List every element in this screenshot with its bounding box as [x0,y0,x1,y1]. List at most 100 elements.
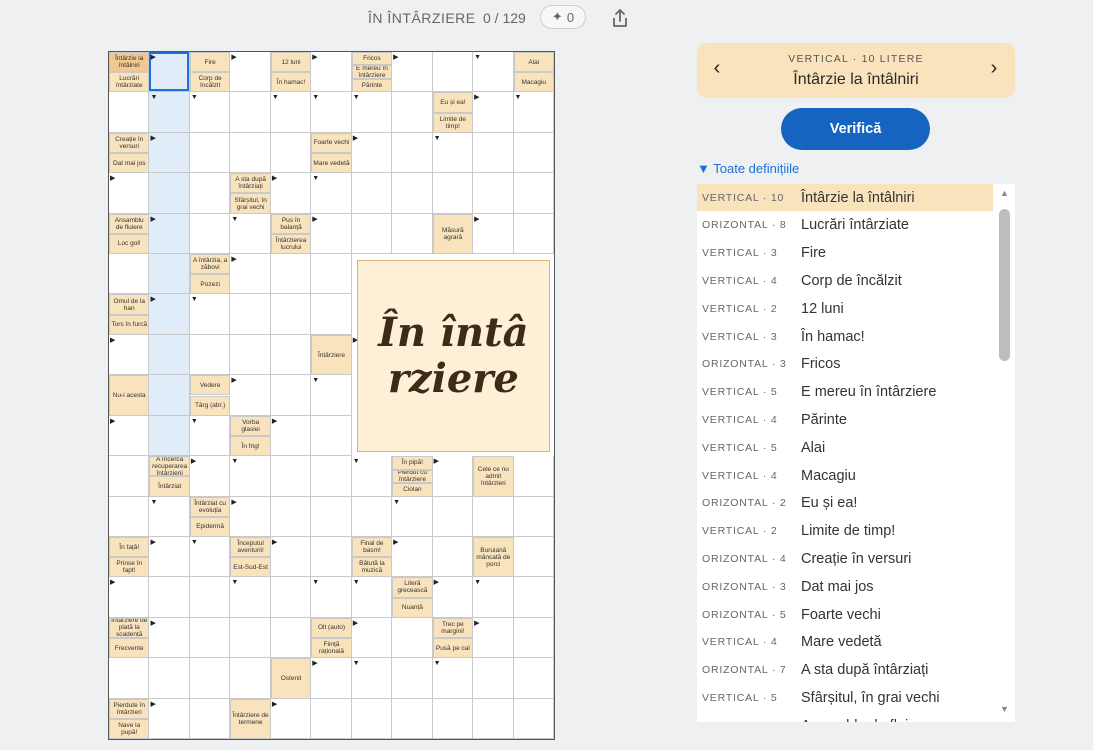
grid-clue[interactable]: 12 luni [270,52,312,73]
definition-item[interactable]: VERTICAL · 4 Mare vedetă [697,629,993,656]
grid-clue[interactable]: Bătută la muzică [351,557,393,578]
definition-item[interactable]: ORIZONTAL · 3 Fricos [697,351,993,378]
grid-cell[interactable] [513,536,554,578]
definition-item[interactable]: ORIZONTAL · 7 A sta după întârziați [697,657,993,684]
grid-cell[interactable] [189,334,231,376]
grid-cell[interactable] [311,496,352,537]
scroll-thumb[interactable] [999,209,1010,361]
grid-cell[interactable] [513,456,554,497]
grid-cell[interactable] [149,658,190,699]
grid-cell[interactable] [473,173,514,214]
grid-clue[interactable]: Nu-i acesta [109,375,150,416]
scrollbar[interactable]: ▲ ▼ [996,184,1015,722]
definition-item[interactable]: VERTICAL · 4 Macagiu [697,462,993,489]
grid-cell[interactable] [432,173,474,214]
chevron-right-icon[interactable]: › [982,57,1006,80]
grid-cell[interactable] [473,132,514,174]
grid-clue[interactable]: E mereu în întârziere [351,65,393,79]
grid-cell[interactable] [513,577,554,618]
grid-cell[interactable] [230,132,271,174]
grid-clue[interactable]: Măsură agrară [432,213,474,255]
grid-cell[interactable] [270,456,312,497]
grid-cell[interactable] [270,254,312,295]
grid-cell[interactable] [311,254,352,295]
grid-cell[interactable] [513,658,554,699]
grid-clue[interactable]: Fire [189,52,231,73]
grid-clue[interactable]: Prinse în fapt! [109,557,150,578]
grid-cell[interactable] [230,294,271,335]
grid-clue[interactable]: Ostenit [270,658,312,699]
grid-clue[interactable]: Ciolan [392,483,433,497]
grid-clue[interactable]: Trec pe margini! [432,617,474,638]
grid-clue[interactable]: Buruiană mâncată de porci [473,536,514,578]
grid-cell[interactable] [109,456,150,497]
grid-cell[interactable] [270,294,312,335]
grid-cell[interactable] [230,92,271,133]
grid-clue[interactable]: În față! [109,536,150,558]
grid-clue[interactable]: Frecvente [109,637,150,659]
grid-cell[interactable] [311,415,352,457]
grid-cell[interactable] [513,617,554,659]
grid-clue[interactable]: Vedere [189,375,231,396]
grid-cell[interactable] [109,254,150,295]
grid-cell[interactable] [432,536,474,578]
grid-cell[interactable] [149,577,190,618]
grid-clue[interactable]: Mare vedetă [311,153,352,174]
grid-cell[interactable] [473,698,514,739]
grid-clue[interactable]: Nave la pupă! [109,718,150,739]
grid-clue[interactable]: Lucrări întârziate [109,72,150,93]
definition-item[interactable]: VERTICAL · 5 Alai [697,434,993,461]
grid-clue[interactable]: În frig! [230,435,271,457]
grid-cell[interactable] [311,294,352,335]
grid-clue[interactable]: A sta după întârziați [230,173,271,194]
grid-clue[interactable]: Cele ce nu admit întârzieri [473,456,514,497]
grid-clue[interactable]: Loc gol! [109,233,150,255]
definition-item[interactable]: VERTICAL · 5 Sfârșitul, în grai vechi [697,684,993,711]
scroll-up-icon[interactable]: ▲ [1000,188,1009,198]
grid-cell[interactable] [311,456,352,497]
grid-clue[interactable]: Olt (auto) [311,617,352,638]
grid-cell[interactable] [351,173,393,214]
grid-cell[interactable] [189,658,231,699]
hint-button[interactable]: ✦ 0 [540,5,586,29]
grid-clue[interactable]: Pusă pe cal [432,637,474,659]
grid-cell[interactable] [149,415,190,457]
grid-clue[interactable]: Pus în balanță [270,213,312,234]
grid-clue[interactable]: Epidermă [189,516,231,537]
grid-cell[interactable] [473,496,514,537]
grid-cell[interactable] [513,213,554,255]
grid-cell[interactable] [473,658,514,699]
grid-cell[interactable] [270,132,312,174]
definition-item[interactable]: VERTICAL · 3 Fire [697,240,993,267]
toggle-definitions[interactable]: ▼ Toate definițiile [697,161,799,176]
grid-clue[interactable]: Dat mai jos [109,153,150,174]
grid-cell[interactable] [392,698,433,739]
grid-cell[interactable] [392,617,433,659]
grid-cell[interactable] [351,698,393,739]
grid-clue[interactable]: Vorba glasiei [230,415,271,436]
grid-cell[interactable] [513,698,554,739]
grid-clue[interactable]: Întârziere [311,334,352,376]
grid-clue[interactable]: Limite de timp! [432,112,474,133]
grid-clue[interactable]: Părinte [351,78,393,93]
grid-cell[interactable] [311,698,352,739]
grid-clue[interactable]: În pipă! [392,456,433,470]
grid-clue[interactable]: Întârziat cu evoluția [189,496,231,517]
scroll-down-icon[interactable]: ▼ [1000,704,1009,714]
definition-item[interactable]: ORIZONTAL · 8 Lucrări întârziate [697,212,993,239]
grid-clue[interactable]: Pozezi [189,274,231,295]
grid-cell[interactable] [513,496,554,537]
grid-cell[interactable] [149,173,190,214]
grid-cell[interactable] [189,132,231,174]
grid-clue[interactable]: Corp de încălzit [189,72,231,93]
verify-button[interactable]: Verifică [781,108,930,150]
grid-cell[interactable] [189,698,231,739]
grid-cell[interactable] [270,496,312,537]
grid-cell[interactable] [109,658,150,699]
grid-cell[interactable] [432,698,474,739]
definition-item[interactable]: VERTICAL · 3 În hamac! [697,323,993,350]
definition-item[interactable]: ORIZONTAL · 5 Foarte vechi [697,601,993,628]
grid-clue[interactable]: Ansamblu de fluiere [109,213,150,234]
grid-clue[interactable]: Alai [513,52,554,73]
grid-clue[interactable]: Târg (abr.) [189,395,231,416]
